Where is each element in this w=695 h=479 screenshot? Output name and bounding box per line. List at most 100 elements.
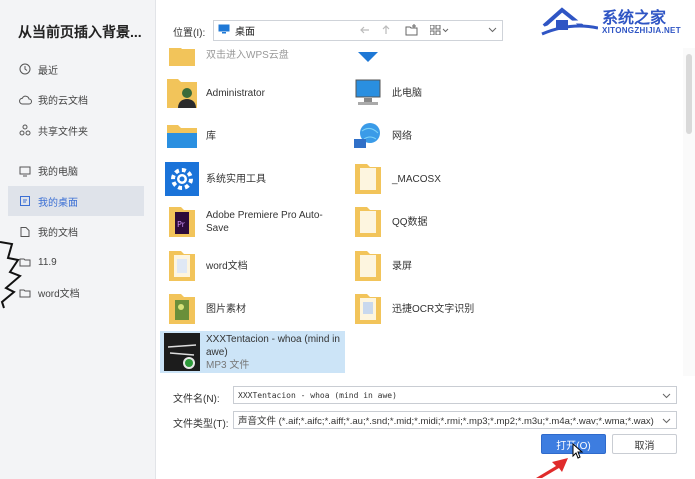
sidebar-item-label: 共享文件夹 [38,126,88,138]
file-name: word文档 [206,260,248,272]
album-art-icon [164,333,200,371]
gear-icon [164,160,200,198]
sidebar-item-label: 最近 [38,65,58,77]
filetype-value: 声音文件 (*.aif;*.aifc;*.aiff;*.au;*.snd;*.m… [238,416,654,427]
watermark-text: 系统之家 [602,10,667,27]
list-item[interactable]: 系统实用工具 [160,158,345,200]
location-label: 位置(I): [173,28,206,39]
sidebar-item-recent[interactable]: 最近 [8,54,144,84]
sidebar-item-label: 11.9 [38,256,57,268]
file-name: 此电脑 [392,87,422,99]
list-item[interactable]: QQ数据 [346,201,531,243]
sidebar-item-label: 我的云文档 [38,96,88,107]
file-name: 双击进入WPS云盘 [206,49,289,61]
sidebar-item-my-computer[interactable]: 我的电脑 [8,156,144,186]
cloud-icon [18,93,32,107]
file-name: 网络 [392,130,412,142]
file-name: Adobe Premiere Pro Auto-Save [206,210,323,234]
folder-icon [350,290,386,328]
list-item-selected[interactable]: XXXTentacion - whoa (mind in awe) MP3 文件 [160,331,345,373]
new-folder-icon [405,23,418,39]
file-name: XXXTentacion - whoa (mind in awe) MP3 文件 [206,333,345,372]
svg-text:Pr: Pr [177,220,186,229]
list-item[interactable]: _MACOSX [346,158,531,200]
desktop-icon [18,194,32,208]
chevron-down-icon [662,391,671,402]
list-item[interactable]: Pr Adobe Premiere Pro Auto-Save [160,201,345,243]
watermark-subtext: XITONGZHIJIA.NET [602,26,681,35]
filetype-label: 文件类型(T): [173,419,229,430]
file-type: MP3 文件 [206,359,250,371]
list-item[interactable]: 迅捷OCR文字识别 [346,288,531,330]
sidebar-item-documents[interactable]: 我的文档 [8,217,144,247]
file-name: 迅捷OCR文字识别 [392,303,475,315]
folder-icon [164,247,200,285]
list-item[interactable]: 此电脑 [346,72,531,114]
sidebar-nav: 最近 我的云文档 共享文件夹 我的电脑 我的桌面 我的文档 11.9 word文… [8,54,144,308]
folder-icon [350,203,386,241]
monitor-icon [18,164,32,178]
sidebar-item-label: 我的桌面 [38,197,78,209]
dialog-footer: 文件名(N): XXXTentacion - whoa (mind in awe… [156,376,695,479]
cloud-folder-icon [164,48,200,74]
file-name: 图片素材 [206,303,246,315]
list-item[interactable]: 录屏 [346,245,531,287]
chevron-down-icon [662,416,671,428]
filetype-select[interactable]: 声音文件 (*.aif;*.aifc;*.aiff;*.au;*.snd;*.m… [233,411,677,429]
file-name: Administrator [206,87,265,99]
computer-icon [350,74,386,112]
arrow-up-icon [380,24,392,39]
list-item[interactable]: word文档 [160,245,345,287]
new-folder-button[interactable] [402,22,420,40]
document-icon [18,225,32,239]
watermark: 系统之家 XITONGZHIJIA.NET [530,0,695,44]
up-folder-button[interactable] [377,22,395,40]
list-item[interactable]: Administrator [160,72,345,114]
sidebar: 从当前页插入背景... 最近 我的云文档 共享文件夹 我的电脑 我的桌面 我的文… [0,0,156,479]
sidebar-item-word-docs[interactable]: word文档 [8,278,144,308]
view-menu-button[interactable] [427,22,453,40]
sidebar-item-label: 我的文档 [38,228,78,239]
file-name: _MACOSX [392,173,441,185]
wps-cloud-icon [350,48,386,74]
arrow-left-icon [359,24,371,39]
dialog-title: 从当前页插入背景... [18,24,142,40]
cancel-button[interactable]: 取消 [612,434,677,454]
location-value: 桌面 [235,27,255,38]
filename-value: XXXTentacion - whoa (mind in awe) [238,390,397,400]
list-item[interactable]: 网络 [346,115,531,157]
clock-icon [18,62,32,76]
grid-view-icon [429,24,450,38]
list-item[interactable]: 库 [160,115,345,157]
image-folder-icon [164,290,200,328]
file-name: 录屏 [392,260,412,272]
filename-label: 文件名(N): [173,394,220,405]
user-folder-icon [164,74,200,112]
premiere-folder-icon: Pr [164,203,200,241]
share-icon [18,123,32,137]
scrollbar-thumb[interactable] [686,54,692,134]
list-item[interactable]: 图片素材 [160,288,345,330]
sidebar-item-label: word文档 [38,289,80,300]
red-arrow-icon [536,458,568,478]
chevron-down-icon [488,25,497,37]
back-button[interactable] [356,22,374,40]
file-name: 系统实用工具 [206,173,266,185]
sidebar-item-label: 我的电脑 [38,167,78,178]
sidebar-item-desktop[interactable]: 我的桌面 [8,186,144,216]
sidebar-item-shared[interactable]: 共享文件夹 [8,115,144,145]
network-icon [350,117,386,155]
house-logo-icon [539,4,599,43]
annotation-doodle [0,241,22,309]
library-icon [164,117,200,155]
mouse-cursor-icon [572,443,584,459]
folder-icon [350,247,386,285]
file-list: 双击进入WPS云盘 Administrator 此电脑 库 网络 系统实用工具 … [156,48,683,376]
sidebar-item-11-9[interactable]: 11.9 [8,247,144,277]
file-title: XXXTentacion - whoa (mind in awe) [206,333,340,358]
sidebar-item-cloud-docs[interactable]: 我的云文档 [8,85,144,115]
vertical-scrollbar[interactable] [683,48,695,376]
folder-icon [350,160,386,198]
filename-field[interactable]: XXXTentacion - whoa (mind in awe) [233,386,677,404]
desktop-folder-icon [218,24,230,37]
